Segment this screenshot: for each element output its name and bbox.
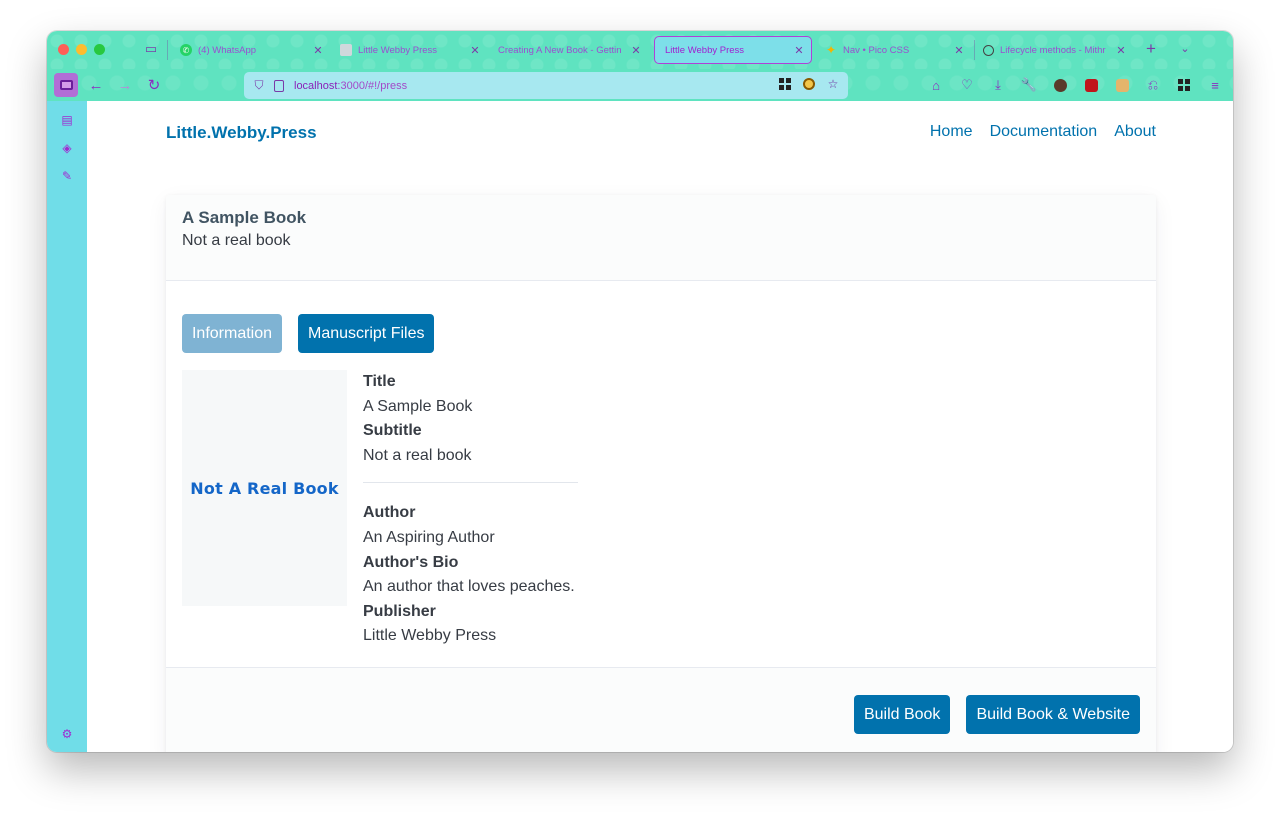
sparkle-icon: ✦ — [825, 43, 837, 57]
mithril-icon — [983, 44, 994, 56]
tab-creating-new-book[interactable]: Creating A New Book - Gettin ✕ — [488, 36, 648, 64]
tab-title: Lifecycle methods - Mithr — [1000, 44, 1106, 56]
book-info: Title A Sample Book Subtitle Not a real … — [363, 370, 583, 649]
tab-little-webby-press[interactable]: Little Webby Press ✕ — [330, 36, 487, 64]
card-footer: Build Book Build Book & Website — [166, 667, 1156, 752]
publisher-value: Little Webby Press — [363, 627, 497, 645]
share-icon[interactable]: ⎌ — [1141, 73, 1165, 97]
build-book-website-button[interactable]: Build Book & Website — [966, 695, 1140, 734]
tab-little-webby-press-active[interactable]: Little Webby Press ✕ — [654, 36, 812, 64]
tab-title: Creating A New Book - Gettin — [498, 44, 622, 56]
info-divider — [363, 482, 578, 484]
extension-avatar-icon[interactable] — [1048, 73, 1072, 97]
zoom-window-button[interactable] — [94, 44, 105, 55]
cover-text: Not A Real Book — [190, 478, 339, 498]
browser-window: ▭ ✆ (4) WhatsApp ✕ Little Webby Press ✕ … — [47, 31, 1233, 752]
title-value: A Sample Book — [363, 397, 473, 415]
tab-title: (4) WhatsApp — [198, 44, 257, 56]
download-icon[interactable]: ⤓ — [986, 73, 1010, 97]
tab-overview-icon[interactable]: ▭ — [143, 41, 159, 57]
information-tab-button[interactable]: Information — [182, 314, 282, 353]
nav-toolbar: ← → ↻ ⛉ localhost:3000/#!/press ☆ ⌂ ♡ ⤓ … — [47, 69, 1233, 101]
author-bio-value: An author that loves peaches. — [363, 578, 575, 596]
sidebar-icon — [59, 80, 73, 90]
subtitle-value: Not a real book — [363, 446, 472, 464]
tab-whatsapp[interactable]: ✆ (4) WhatsApp ✕ — [170, 36, 330, 64]
toolbar-extensions: ⌂ ♡ ⤓ 🔧 ⎌ ≡ — [924, 73, 1227, 97]
chevron-down-icon[interactable]: ⌄ — [1177, 40, 1193, 60]
tab-bar: ▭ ✆ (4) WhatsApp ✕ Little Webby Press ✕ … — [47, 31, 1233, 69]
whatsapp-icon: ✆ — [180, 44, 192, 56]
close-tab-icon[interactable]: ✕ — [791, 44, 807, 57]
author-bio-label: Author's Bio — [363, 553, 459, 571]
browser-sidebar: ▤ ◈ ✎ ⚙ — [47, 101, 87, 752]
publisher-label: Publisher — [363, 602, 436, 620]
page-content: Little.Webby.Press Home Documentation Ab… — [87, 101, 1233, 752]
gear-icon[interactable]: ⚙ — [60, 727, 74, 741]
book-title: A Sample Book — [182, 208, 307, 227]
close-window-button[interactable] — [58, 44, 69, 55]
url-bar[interactable]: ⛉ localhost:3000/#!/press ☆ — [244, 72, 848, 99]
book-cover: Not A Real Book — [182, 370, 347, 606]
extension-image-icon[interactable] — [1110, 73, 1134, 97]
close-tab-icon[interactable]: ✕ — [628, 44, 644, 57]
tab-title: Nav • Pico CSS — [843, 44, 910, 56]
menu-icon[interactable]: ≡ — [1203, 73, 1227, 97]
nav-documentation-link[interactable]: Documentation — [990, 123, 1098, 141]
extensions-grid-icon[interactable] — [1172, 73, 1196, 97]
title-label: Title — [363, 373, 396, 390]
card-header: A Sample Book Not a real book — [166, 195, 1156, 281]
brand-link[interactable]: Little.Webby.Press — [166, 123, 317, 143]
book-card: A Sample Book Not a real book Informatio… — [166, 195, 1156, 752]
back-arrow-icon[interactable]: ← — [84, 73, 108, 97]
star-icon[interactable]: ☆ — [826, 77, 840, 91]
tab-title: Little Webby Press — [665, 44, 745, 56]
nav-home-link[interactable]: Home — [930, 123, 973, 141]
build-book-button[interactable]: Build Book — [853, 695, 951, 734]
ublock-icon[interactable] — [1079, 73, 1103, 97]
nav-links: Home Documentation About — [930, 123, 1156, 141]
site-nav: Little.Webby.Press Home Documentation Ab… — [166, 123, 1156, 147]
bookmarks-icon[interactable]: ▤ — [60, 113, 74, 127]
tab-divider — [167, 40, 168, 60]
close-tab-icon[interactable]: ✕ — [310, 44, 326, 57]
close-tab-icon[interactable]: ✕ — [467, 44, 483, 57]
author-label: Author — [363, 504, 416, 522]
sidebar-extension-icon[interactable]: ✎ — [60, 169, 74, 183]
page-icon — [274, 79, 284, 92]
close-tab-icon[interactable]: ✕ — [1113, 44, 1129, 57]
minimize-window-button[interactable] — [76, 44, 87, 55]
close-tab-icon[interactable]: ✕ — [951, 44, 967, 57]
qr-code-icon[interactable] — [778, 77, 792, 91]
reader-icon[interactable] — [802, 77, 816, 91]
new-tab-button[interactable]: + — [1143, 39, 1159, 59]
tab-mithril-lifecycle[interactable]: Lifecycle methods - Mithr ✕ — [973, 36, 1133, 64]
url-host: localhost — [294, 79, 338, 92]
author-value: An Aspiring Author — [363, 528, 495, 546]
url-text[interactable]: localhost:3000/#!/press — [294, 80, 407, 92]
pocket-icon[interactable]: ♡ — [955, 73, 979, 97]
reload-icon[interactable]: ↻ — [142, 73, 166, 97]
history-icon[interactable]: ◈ — [60, 141, 74, 155]
url-actions: ☆ — [778, 77, 840, 91]
book-subtitle: Not a real book — [182, 232, 291, 249]
book-icon — [340, 44, 352, 56]
tab-title: Little Webby Press — [358, 44, 438, 56]
forward-arrow-icon[interactable]: → — [113, 73, 137, 97]
build-actions: Build Book Build Book & Website — [853, 695, 1140, 734]
sidebar-toggle-button[interactable] — [54, 73, 78, 97]
book-tabs: Information Manuscript Files — [182, 314, 435, 353]
nav-about-link[interactable]: About — [1114, 123, 1156, 141]
subtitle-label: Subtitle — [363, 422, 422, 440]
manuscript-files-tab-button[interactable]: Manuscript Files — [298, 314, 435, 353]
tab-pico-css[interactable]: ✦ Nav • Pico CSS ✕ — [815, 36, 971, 64]
url-path: :3000/#!/press — [337, 79, 408, 92]
shield-icon[interactable]: ⛉ — [252, 78, 266, 93]
wrench-icon[interactable]: 🔧 — [1017, 73, 1041, 97]
home-icon[interactable]: ⌂ — [924, 73, 948, 97]
